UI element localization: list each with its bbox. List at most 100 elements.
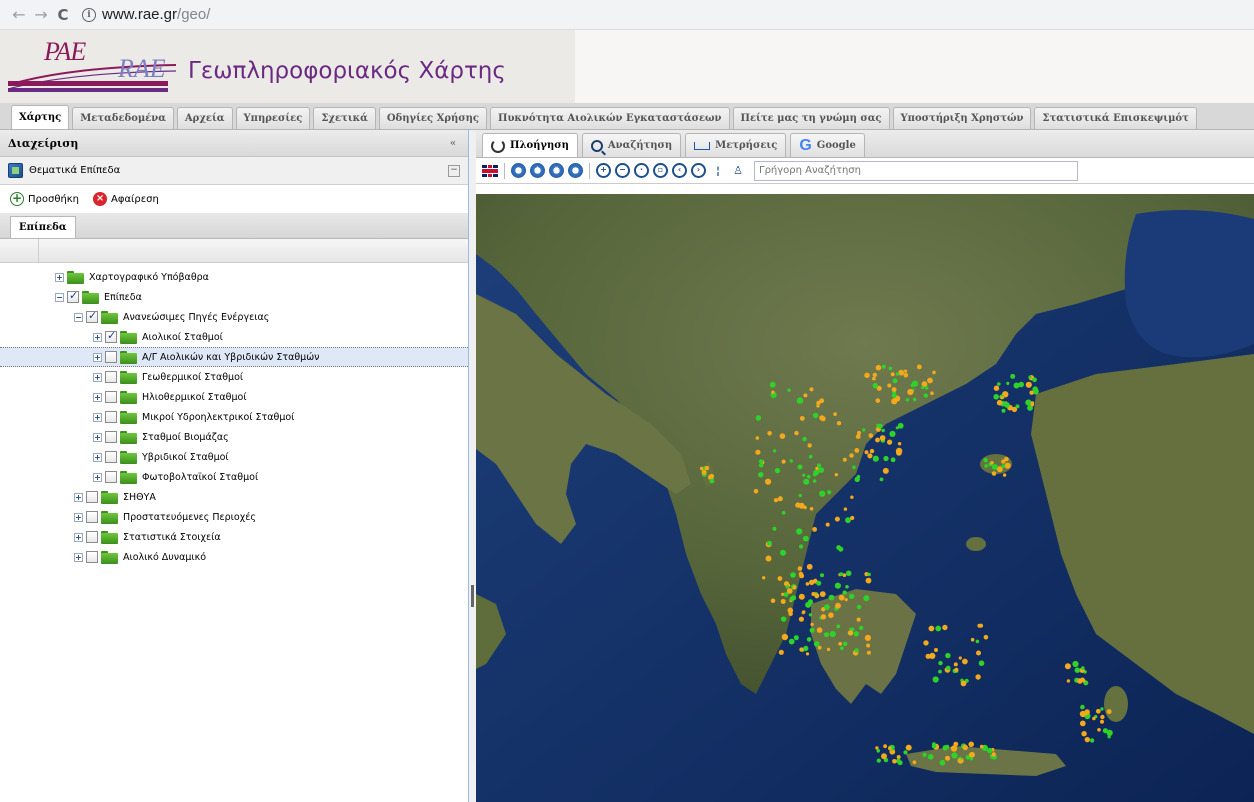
- main-tab-9[interactable]: Στατιστικά Επισκεψιμότ: [1034, 107, 1197, 129]
- station-marker[interactable]: [816, 463, 822, 468]
- tree-row[interactable]: + Προστατευόμενες Περιοχές: [0, 507, 468, 527]
- station-marker[interactable]: [897, 442, 902, 446]
- station-marker[interactable]: [887, 383, 892, 388]
- station-marker[interactable]: [777, 496, 783, 502]
- station-marker[interactable]: [882, 467, 889, 474]
- station-marker[interactable]: [865, 577, 872, 584]
- station-marker[interactable]: [816, 627, 823, 633]
- station-marker[interactable]: [825, 522, 830, 527]
- expand-icon[interactable]: +: [74, 492, 83, 502]
- station-marker[interactable]: [843, 641, 848, 646]
- station-marker[interactable]: [1072, 660, 1079, 668]
- station-marker[interactable]: [1081, 731, 1087, 737]
- station-marker[interactable]: [755, 415, 762, 421]
- station-marker[interactable]: [781, 459, 786, 464]
- station-marker[interactable]: [867, 453, 873, 459]
- layer-checkbox[interactable]: [105, 471, 117, 483]
- station-marker[interactable]: [829, 631, 836, 638]
- station-marker[interactable]: [814, 593, 820, 599]
- tree-row[interactable]: + Φωτοβολταϊκοί Σταθμοί: [0, 467, 468, 487]
- layer-checkbox[interactable]: [105, 351, 117, 363]
- station-marker[interactable]: [1100, 714, 1105, 720]
- station-marker[interactable]: [799, 544, 804, 549]
- expand-icon[interactable]: +: [74, 532, 83, 542]
- station-marker[interactable]: [969, 757, 974, 761]
- tree-row[interactable]: + Γεωθερμικοί Σταθμοί: [0, 367, 468, 387]
- station-marker[interactable]: [1001, 459, 1006, 464]
- station-marker[interactable]: [798, 493, 802, 498]
- station-marker[interactable]: [791, 595, 797, 601]
- station-marker[interactable]: [844, 598, 848, 602]
- station-marker[interactable]: [979, 744, 984, 749]
- station-marker[interactable]: [1004, 402, 1010, 408]
- station-marker[interactable]: [1080, 704, 1085, 710]
- station-marker[interactable]: [842, 573, 847, 577]
- station-marker[interactable]: [968, 751, 975, 758]
- station-marker[interactable]: [927, 754, 934, 760]
- station-marker[interactable]: [891, 393, 897, 398]
- expand-icon[interactable]: +: [74, 552, 83, 562]
- station-marker[interactable]: [838, 546, 844, 552]
- station-marker[interactable]: [772, 526, 777, 531]
- station-marker[interactable]: [903, 372, 909, 378]
- station-marker[interactable]: [809, 627, 815, 633]
- station-marker[interactable]: [806, 563, 813, 570]
- station-marker[interactable]: [872, 455, 879, 462]
- station-marker[interactable]: [869, 448, 875, 454]
- station-marker[interactable]: [883, 744, 887, 749]
- station-marker[interactable]: [813, 641, 820, 647]
- station-marker[interactable]: [780, 599, 786, 604]
- pan-east-icon[interactable]: ›: [568, 163, 583, 178]
- station-marker[interactable]: [1107, 735, 1111, 739]
- station-marker[interactable]: [845, 570, 852, 577]
- layer-checkbox[interactable]: [105, 391, 117, 403]
- station-marker[interactable]: [872, 372, 877, 378]
- expand-icon[interactable]: +: [93, 472, 102, 482]
- station-marker[interactable]: [755, 436, 760, 440]
- layer-checkbox[interactable]: [105, 329, 117, 343]
- station-marker[interactable]: [824, 604, 830, 610]
- station-marker[interactable]: [1079, 720, 1086, 727]
- station-marker[interactable]: [819, 591, 826, 597]
- station-marker[interactable]: [849, 593, 855, 599]
- station-marker[interactable]: [762, 576, 766, 580]
- station-marker[interactable]: [854, 448, 860, 453]
- station-marker[interactable]: [1074, 667, 1081, 673]
- station-marker[interactable]: [1100, 719, 1104, 724]
- address-bar[interactable]: i www.rae.gr/geo/: [82, 3, 210, 27]
- station-marker[interactable]: [889, 430, 896, 437]
- station-marker[interactable]: [958, 656, 962, 660]
- station-marker[interactable]: [808, 454, 813, 459]
- station-marker[interactable]: [997, 382, 1001, 386]
- station-marker[interactable]: [996, 399, 1003, 406]
- uk-flag-icon[interactable]: [482, 164, 498, 177]
- station-marker[interactable]: [927, 377, 933, 384]
- station-marker[interactable]: [859, 625, 864, 630]
- station-marker[interactable]: [978, 660, 985, 666]
- minimize-section-button[interactable]: −: [448, 164, 460, 177]
- station-marker[interactable]: [911, 380, 918, 387]
- station-marker[interactable]: [888, 746, 892, 751]
- expand-icon[interactable]: +: [74, 512, 83, 522]
- station-marker[interactable]: [773, 498, 779, 503]
- station-marker[interactable]: [813, 469, 820, 476]
- station-marker[interactable]: [897, 760, 903, 766]
- collapse-panel-button[interactable]: «: [446, 136, 460, 150]
- station-marker[interactable]: [945, 744, 950, 749]
- zoom-box-icon[interactable]: ·: [634, 163, 649, 178]
- station-marker[interactable]: [1029, 390, 1034, 395]
- station-marker[interactable]: [866, 650, 871, 655]
- station-marker[interactable]: [876, 758, 881, 763]
- tab-layers[interactable]: Επίπεδα: [10, 216, 76, 238]
- station-marker[interactable]: [905, 398, 910, 402]
- station-marker[interactable]: [769, 381, 776, 388]
- station-marker[interactable]: [809, 507, 814, 511]
- station-marker[interactable]: [951, 752, 958, 759]
- station-marker[interactable]: [793, 635, 799, 641]
- station-marker[interactable]: [1002, 473, 1007, 477]
- station-marker[interactable]: [896, 449, 902, 456]
- station-marker[interactable]: [1064, 663, 1071, 670]
- station-marker[interactable]: [799, 647, 804, 652]
- person-icon[interactable]: ♙: [730, 163, 746, 179]
- station-marker[interactable]: [891, 387, 897, 392]
